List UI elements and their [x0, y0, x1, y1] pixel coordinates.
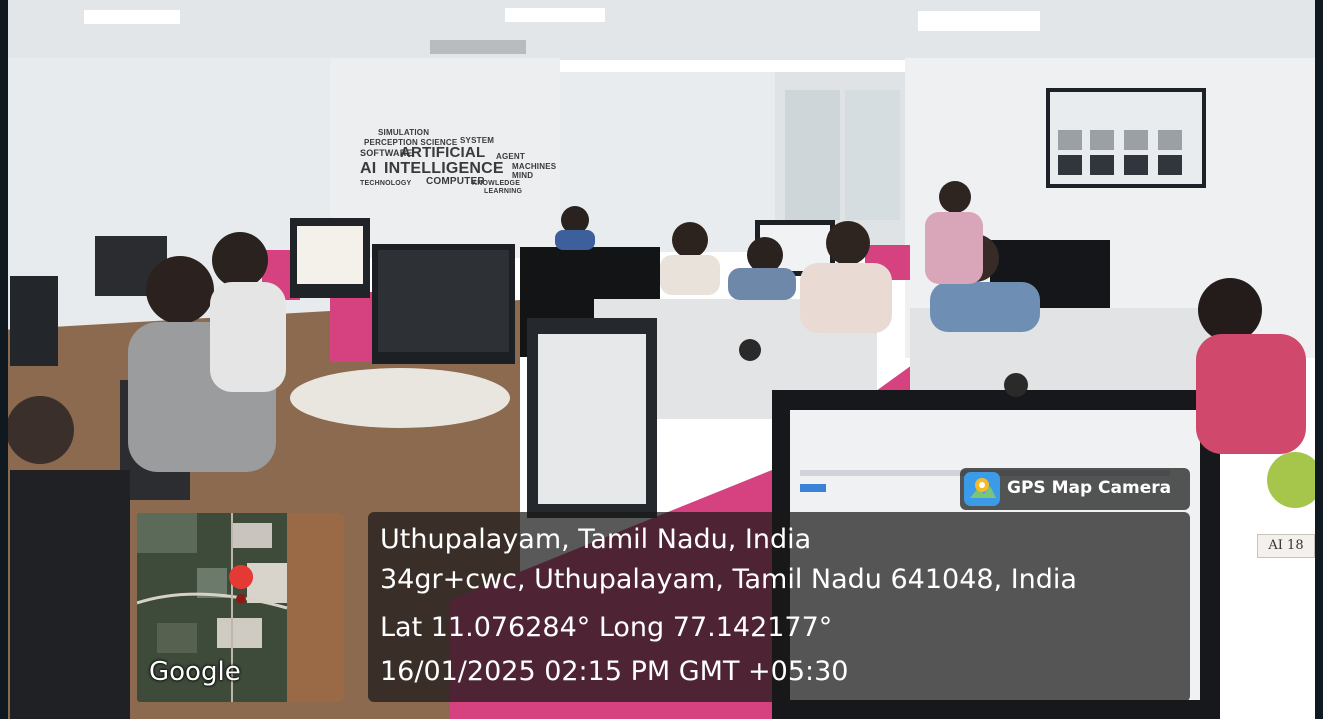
place-name: Uthupalayam, Tamil Nadu, India	[380, 524, 812, 555]
gps-map-camera-badge: GPS Map Camera	[960, 468, 1190, 510]
wall-word: AI	[360, 160, 377, 177]
coordinates: Lat 11.076284° Long 77.142177°	[380, 612, 833, 643]
full-address: 34gr+cwc, Uthupalayam, Tamil Nadu 641048…	[380, 564, 1077, 595]
wall-word: LEARNING	[484, 188, 523, 195]
map-thumbnail: Google	[137, 513, 344, 702]
timestamp: 16/01/2025 02:15 PM GMT +05:30	[380, 656, 849, 687]
wall-word-cloud: SIMULATION PERCEPTION SCIENCE SYSTEM SOF…	[360, 128, 556, 198]
gps-badge-label: GPS Map Camera	[1007, 478, 1172, 498]
wall-word: KNOWLEDGE	[472, 180, 521, 187]
left-frame-edge	[0, 0, 8, 719]
wall-word: SIMULATION	[378, 128, 430, 137]
right-frame-edge	[1315, 0, 1323, 719]
desk-number-label: AI 18	[1257, 534, 1315, 558]
google-logo: Google	[149, 657, 241, 687]
wall-word: ARTIFICIAL	[400, 144, 486, 161]
wall-word: MACHINES	[512, 162, 557, 171]
location-info-overlay: Uthupalayam, Tamil Nadu, India 34gr+cwc,…	[368, 512, 1190, 702]
gps-map-camera-icon	[964, 472, 1000, 506]
wall-word: MIND	[512, 171, 534, 180]
wall-word: TECHNOLOGY	[360, 180, 412, 187]
